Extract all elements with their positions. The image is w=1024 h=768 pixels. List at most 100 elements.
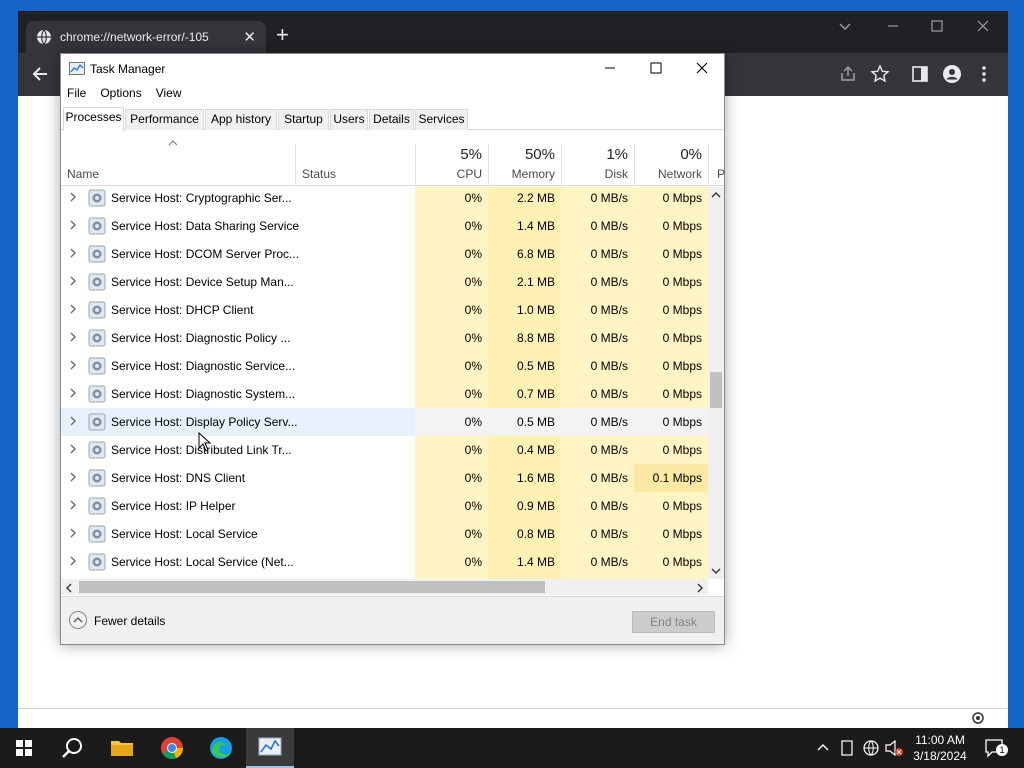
process-network: 0 Mbps [634,212,708,240]
table-row[interactable]: Service Host: IP Helper 0% 0.9 MB 0 MB/s 0 M… [61,492,708,520]
table-row[interactable]: Service Host: Local Service 0% 0.8 MB 0 MB/… [61,520,708,548]
fewer-details-link[interactable]: Fewer details [94,614,165,628]
menu-file[interactable]: File [67,86,86,104]
more-menu-icon[interactable] [974,64,994,84]
scroll-up-icon[interactable] [711,191,721,199]
process-network: 0 Mbps [634,352,708,380]
task-manager-window: Task Manager File Options View Processes… [60,53,725,645]
tab-details[interactable]: Details [369,109,414,130]
tab-performance[interactable]: Performance [125,109,204,130]
close-icon[interactable] [976,19,990,33]
expand-chevron-icon[interactable] [69,303,77,315]
header-cpu-label: CPU [456,167,482,181]
bookmark-star-icon[interactable] [870,64,890,84]
expand-chevron-icon[interactable] [69,387,77,399]
header-power[interactable]: P [708,144,725,186]
process-name: Service Host: Diagnostic Service... [111,359,296,373]
tab-services[interactable]: Services [415,109,468,130]
tab-close-icon[interactable]: ✕ [243,28,256,46]
expand-chevron-icon[interactable] [69,359,77,371]
start-button[interactable] [0,728,48,768]
table-row[interactable]: Service Host: Device Setup Man... 0% 2.1 M… [61,268,708,296]
chevron-down-icon[interactable] [838,19,852,33]
table-row[interactable]: Service Host: Diagnostic Service... 0% 0.5… [61,352,708,380]
taskbar-chrome[interactable] [148,728,196,768]
menu-options[interactable]: Options [100,86,141,104]
expand-chevron-icon[interactable] [69,331,77,343]
process-cpu: 0% [415,187,488,212]
taskbar-edge[interactable] [197,728,245,768]
minimize-icon[interactable] [886,19,900,33]
expand-chevron-icon[interactable] [69,191,77,203]
task-manager-titlebar[interactable]: Task Manager [61,54,724,84]
vertical-scroll-thumb[interactable] [710,372,722,408]
scroll-right-icon[interactable] [696,583,704,593]
table-row[interactable]: Service Host: Diagnostic Policy ... 0% 8.8… [61,324,708,352]
chevron-up-icon[interactable] [816,741,830,755]
expand-chevron-icon[interactable] [69,415,77,427]
expand-chevron-icon[interactable] [69,471,77,483]
header-memory[interactable]: 50% Memory [488,144,561,186]
tab-startup[interactable]: Startup [278,109,329,130]
close-icon[interactable] [685,58,719,78]
expand-chevron-icon[interactable] [69,527,77,539]
header-name[interactable]: Name [61,144,295,186]
horizontal-scroll-thumb[interactable] [79,581,545,593]
vertical-scrollbar[interactable] [708,187,724,579]
tablet-icon[interactable] [840,740,854,756]
expand-chevron-icon[interactable] [69,555,77,567]
system-clock[interactable]: 11:00 AM 3/18/2024 [908,732,972,764]
expand-chevron-icon[interactable] [69,247,77,259]
process-cpu: 0% [415,212,488,240]
page-bottom-bar [18,708,1008,728]
new-tab-button[interactable]: + [276,24,289,46]
side-panel-icon[interactable] [910,64,930,84]
scroll-down-icon[interactable] [711,567,721,575]
expand-chevron-icon[interactable] [69,443,77,455]
header-network[interactable]: 0% Network [634,144,708,186]
minimize-icon[interactable] [593,58,627,78]
chrome-tab[interactable]: chrome://network-error/-105 ✕ [26,21,266,53]
scroll-left-icon[interactable] [65,583,73,593]
table-row[interactable]: Service Host: Diagnostic System... 0% 0.7 … [61,380,708,408]
expand-chevron-icon[interactable] [69,219,77,231]
process-name: Service Host: DCOM Server Proc... [111,247,300,261]
header-cpu[interactable]: 5% CPU [415,144,488,186]
tab-users[interactable]: Users [330,109,368,130]
process-disk: 0 MB/s [561,296,634,324]
back-arrow-icon[interactable] [30,64,50,84]
tab-processes[interactable]: Processes [63,107,124,131]
end-task-button[interactable]: End task [632,611,715,633]
table-row[interactable]: Service Host: DNS Client 0% 1.6 MB 0 MB/s 0.… [61,464,708,492]
header-status[interactable]: Status [295,144,415,186]
table-row[interactable]: Service Host: Distributed Link Tr... 0% 0.… [61,436,708,464]
header-disk[interactable]: 1% Disk [561,144,634,186]
table-row[interactable]: Service Host: DCOM Server Proc... 0% 6.8 M… [61,240,708,268]
expand-chevron-icon[interactable] [69,275,77,287]
table-row[interactable]: Service Host: Data Sharing Service 0% 1.4 … [61,212,708,240]
chevron-up-circle-icon[interactable] [69,611,87,629]
maximize-icon[interactable] [639,58,673,78]
table-row[interactable]: Service Host: Local Service (Net... 0% 1.4… [61,548,708,576]
process-disk: 0 MB/s [561,380,634,408]
table-row[interactable]: Service Host: DHCP Client 0% 1.0 MB 0 MB/s 0… [61,296,708,324]
taskbar-task-manager[interactable] [246,728,294,768]
gear-icon[interactable] [970,710,986,726]
tab-app-history[interactable]: App history [205,109,277,130]
table-row[interactable]: Service Host: Display Policy Serv... 0% 0.… [61,408,708,436]
volume-muted-icon[interactable] [884,739,904,757]
horizontal-scrollbar[interactable] [61,579,708,595]
table-row[interactable]: Service Host: Cryptographic Ser... 0% 2.2 … [61,187,708,212]
share-icon[interactable] [838,64,858,84]
taskbar-file-explorer[interactable] [98,728,146,768]
expand-chevron-icon[interactable] [69,499,77,511]
network-globe-icon[interactable] [862,739,880,757]
search-button[interactable] [48,728,96,768]
profile-icon[interactable] [942,64,962,84]
menu-view[interactable]: View [156,86,182,104]
gear-icon [88,497,106,515]
process-disk: 0 MB/s [561,436,634,464]
process-network: 0 Mbps [634,324,708,352]
maximize-icon[interactable] [930,19,944,33]
mouse-cursor-icon [198,432,212,452]
